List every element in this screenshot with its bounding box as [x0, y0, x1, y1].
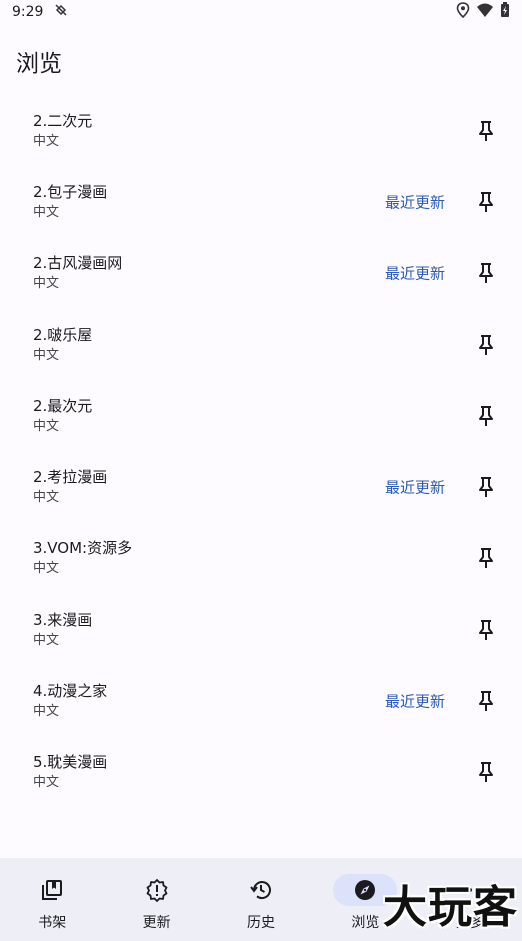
- source-text: 5.耽美漫画 中文: [33, 737, 107, 808]
- source-row[interactable]: 2.古风漫画网 中文 最近更新: [0, 238, 522, 309]
- battery-icon: [500, 2, 510, 22]
- latest-button[interactable]: 最近更新: [385, 691, 445, 712]
- source-text: 2.包子漫画 中文: [33, 166, 107, 237]
- latest-button[interactable]: 最近更新: [385, 477, 445, 498]
- source-text: 2.考拉漫画 中文: [33, 451, 107, 522]
- source-name: 4.动漫之家: [33, 682, 108, 701]
- source-row[interactable]: 2.啵乐屋中文: [0, 309, 522, 380]
- latest-button[interactable]: 最近更新: [385, 191, 445, 212]
- status-time: 9:29: [12, 4, 44, 20]
- source-language: 中文: [33, 632, 60, 648]
- source-row[interactable]: 3.VOM:资源多 中文: [0, 523, 522, 594]
- history-icon: [229, 874, 293, 906]
- source-text: 2.古风漫画网 中文: [33, 238, 122, 309]
- source-language: 中文: [33, 347, 60, 363]
- nav-item-0[interactable]: 书架: [0, 858, 104, 941]
- source-name: 2.二次元: [33, 111, 93, 130]
- source-language: 中文: [33, 204, 60, 220]
- pin-icon[interactable]: [474, 190, 498, 214]
- source-text: 3.VOM:资源多 中文: [33, 523, 132, 594]
- source-text: 2.二次元中文: [33, 95, 92, 166]
- pin-icon[interactable]: [474, 119, 498, 143]
- pin-icon[interactable]: [474, 404, 498, 428]
- pin-icon[interactable]: [474, 261, 498, 285]
- source-row[interactable]: 3.来漫画中文: [0, 594, 522, 665]
- nav-label: 浏览: [351, 915, 380, 931]
- pin-icon[interactable]: [474, 546, 498, 570]
- source-language: 中文: [33, 561, 60, 577]
- wifi-icon: [476, 2, 494, 22]
- nav-label: 历史: [247, 915, 276, 931]
- source-name: 3.VOM:资源多: [33, 539, 133, 558]
- pin-icon[interactable]: [474, 760, 498, 784]
- nav-label: 书架: [38, 915, 67, 931]
- page-title: 浏览: [16, 51, 62, 77]
- nav-item-1[interactable]: 更新: [104, 858, 208, 941]
- source-name: 2.啵乐屋: [33, 325, 93, 344]
- latest-button[interactable]: 最近更新: [385, 263, 445, 284]
- watermark-logo: 大玩客: [383, 882, 518, 933]
- source-language: 中文: [33, 775, 60, 791]
- source-text: 4.动漫之家 中文: [33, 665, 107, 736]
- nav-item-2[interactable]: 历史: [209, 858, 313, 941]
- status-bar: 9:29: [0, 0, 522, 24]
- source-name: 2.包子漫画: [33, 182, 108, 201]
- source-name: 2.最次元: [33, 396, 93, 415]
- source-list: 2.二次元 中文 2.包子漫画 中文 最近更新 2.古风漫画网 中文 最近更新 2.啵乐屋 中文 2…: [0, 95, 522, 808]
- source-name: 2.考拉漫画: [33, 468, 108, 487]
- pin-icon[interactable]: [474, 618, 498, 642]
- source-text: 2.最次元中文: [33, 380, 92, 451]
- source-language: 中文: [33, 490, 60, 506]
- source-row[interactable]: 2.二次元中文: [0, 95, 522, 166]
- notification-icon: [53, 2, 69, 22]
- source-row[interactable]: 2.最次元中文: [0, 380, 522, 451]
- source-row[interactable]: 2.考拉漫画 中文 最近更新: [0, 451, 522, 522]
- library-icon: [20, 874, 84, 906]
- source-name: 2.古风漫画网: [33, 254, 123, 273]
- source-language: 中文: [33, 704, 60, 720]
- source-row[interactable]: 4.动漫之家 中文 最近更新: [0, 665, 522, 736]
- source-language: 中文: [33, 133, 60, 149]
- source-language: 中文: [33, 276, 60, 292]
- source-text: 3.来漫画中文: [33, 594, 92, 665]
- pin-icon[interactable]: [474, 689, 498, 713]
- source-text: 2.啵乐屋中文: [33, 309, 92, 380]
- updates-alert-icon: [125, 874, 189, 906]
- source-row[interactable]: 5.耽美漫画 中文: [0, 737, 522, 808]
- source-row[interactable]: 2.包子漫画 中文 最近更新: [0, 166, 522, 237]
- source-name: 5.耽美漫画: [33, 753, 108, 772]
- pin-icon[interactable]: [474, 475, 498, 499]
- pin-icon[interactable]: [474, 333, 498, 357]
- source-language: 中文: [33, 418, 60, 434]
- source-name: 3.来漫画: [33, 610, 93, 629]
- nav-label: 更新: [142, 915, 171, 931]
- location-icon: [456, 2, 470, 22]
